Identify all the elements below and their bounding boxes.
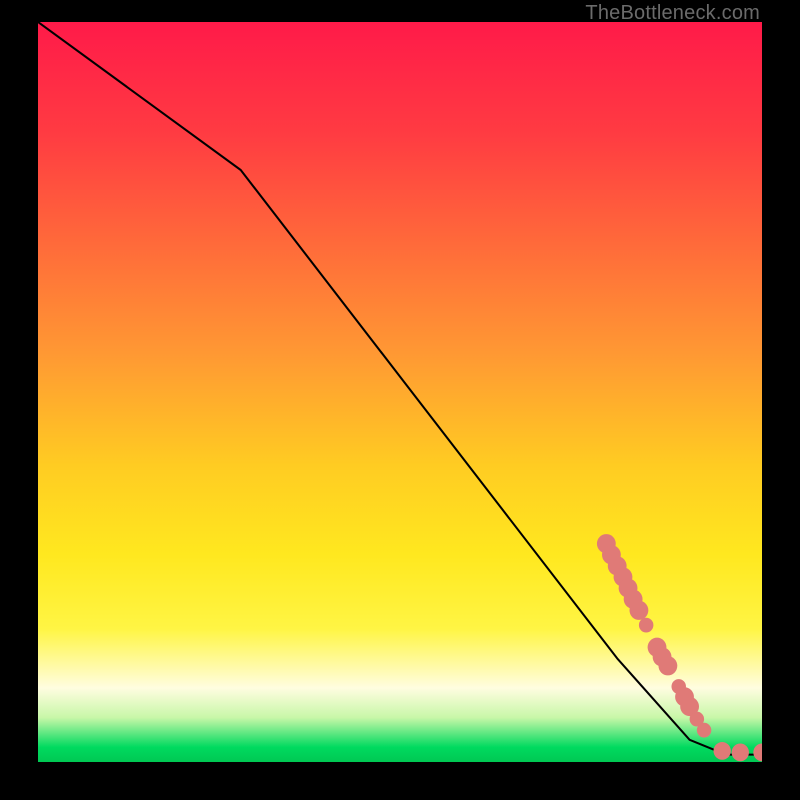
marker-dot xyxy=(713,742,730,760)
chart-frame: TheBottleneck.com xyxy=(0,0,800,800)
marker-dot xyxy=(639,618,653,633)
plot-area xyxy=(38,22,762,762)
marker-dot xyxy=(697,723,711,738)
marker-dot xyxy=(753,744,762,762)
marker-dot xyxy=(630,601,649,620)
chart-svg xyxy=(38,22,762,762)
marker-dot xyxy=(658,656,677,675)
marker-dot xyxy=(732,744,749,762)
